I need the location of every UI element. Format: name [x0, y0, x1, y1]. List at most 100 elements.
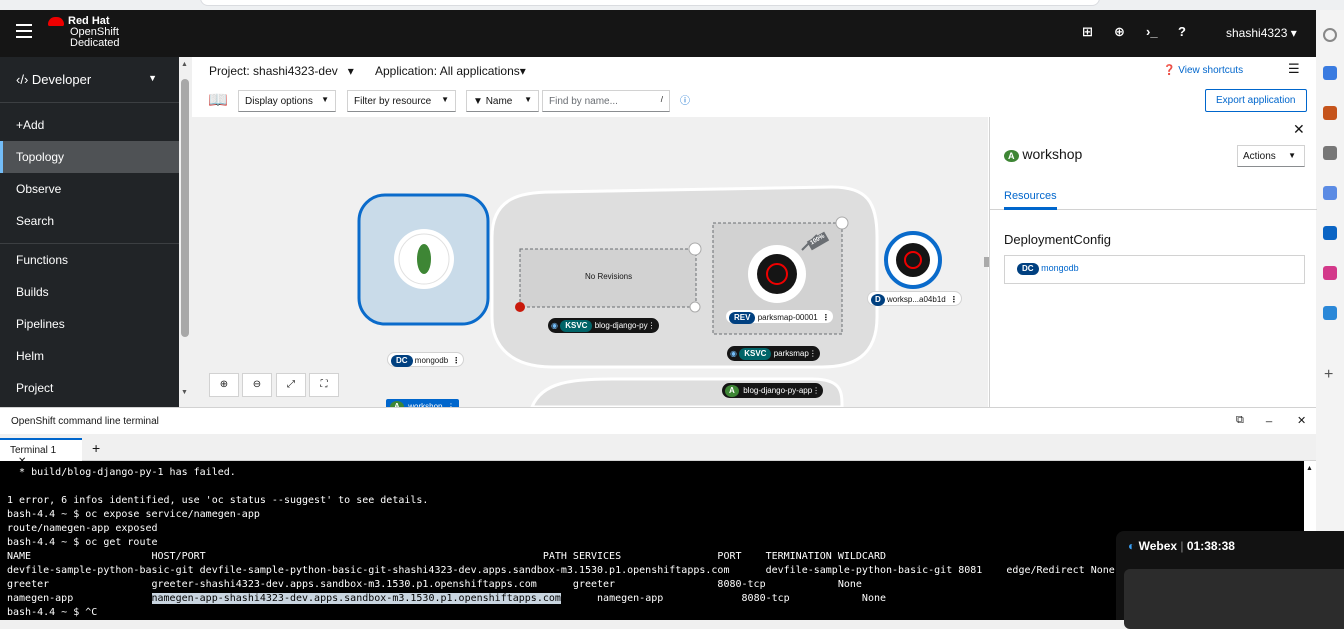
- actions-dropdown[interactable]: Actions ▼: [1237, 145, 1305, 167]
- parksmap-rev-name: parksmap-00001: [757, 313, 818, 322]
- close-icon[interactable]: ✕: [1293, 121, 1305, 138]
- sidebar-item-search[interactable]: Search: [0, 205, 179, 237]
- briefcase-icon[interactable]: [1323, 106, 1337, 120]
- mongodb-name: mongodb: [414, 356, 449, 365]
- sidebar-item-observe[interactable]: Observe: [0, 173, 179, 205]
- view-shortcuts-link[interactable]: ❓ View shortcuts: [1163, 65, 1243, 76]
- sidebar-item-builds[interactable]: Builds: [0, 276, 179, 308]
- book-icon[interactable]: 📖: [208, 90, 228, 110]
- open-url-icon[interactable]: [688, 242, 702, 256]
- dc-badge: DC: [391, 355, 413, 367]
- terminal-output[interactable]: * build/blog-django-py-1 has failed. 1 e…: [0, 461, 1304, 620]
- webex-video: [1124, 569, 1344, 629]
- add-terminal-icon[interactable]: +: [92, 440, 100, 456]
- sidebar-item-pipelines[interactable]: Pipelines: [0, 308, 179, 340]
- hamburger-menu-icon[interactable]: [16, 24, 32, 38]
- display-options-dropdown[interactable]: Display options ▼: [238, 90, 336, 112]
- info-icon[interactable]: ⓘ: [680, 92, 690, 107]
- application-selector[interactable]: Application: All applications▾: [375, 64, 526, 78]
- kebab-icon[interactable]: ⋮: [809, 349, 817, 358]
- tab-terminal-1[interactable]: Terminal 1 ✕: [0, 438, 82, 467]
- sidebar-scrollbar[interactable]: ▲ ▼: [179, 57, 192, 407]
- terminal-icon[interactable]: ›_: [1146, 24, 1158, 39]
- address-bar[interactable]: [200, 0, 1100, 6]
- sidebar-item-add[interactable]: +Add: [0, 109, 179, 141]
- user-menu[interactable]: shashi4323 ▾: [1226, 26, 1297, 40]
- zoom-in-icon[interactable]: ⊕: [209, 373, 239, 397]
- scrollbar-thumb[interactable]: [181, 79, 189, 337]
- app-launcher-icon[interactable]: ⊞: [1082, 24, 1093, 40]
- brand-logo[interactable]: Red Hat OpenShift Dedicated: [48, 16, 120, 49]
- caret-down-icon: ▼: [441, 95, 449, 104]
- copilot-icon[interactable]: [1323, 186, 1337, 200]
- caret-down-icon: ▼: [321, 95, 329, 104]
- sidebar-item-project[interactable]: Project: [0, 372, 179, 404]
- webex-label: Webex: [1138, 539, 1178, 553]
- open-new-window-icon[interactable]: ⧉: [1236, 414, 1244, 427]
- caret-down-icon: ▼: [148, 73, 157, 83]
- webex-logo-icon: ◐: [1128, 539, 1136, 553]
- git-icon[interactable]: [689, 301, 701, 313]
- webex-overlay[interactable]: ◐ Webex | 01:38:38: [1116, 531, 1344, 629]
- quick-create-icon[interactable]: ⊕: [1114, 24, 1125, 40]
- kebab-icon[interactable]: ⋮: [812, 386, 820, 395]
- kebab-icon[interactable]: ⋮: [822, 313, 830, 322]
- kebab-icon[interactable]: ⋮: [950, 295, 958, 304]
- scroll-up-icon[interactable]: ▲: [181, 61, 188, 68]
- send-icon[interactable]: [1323, 306, 1337, 320]
- minimize-icon[interactable]: _: [1266, 411, 1272, 423]
- parksmap-ksvc-label[interactable]: ◉ KSVC parksmap⋮: [727, 346, 820, 361]
- caret-down-icon: ▼: [1288, 151, 1296, 160]
- open-url-icon[interactable]: [835, 216, 849, 230]
- tab-resources[interactable]: Resources: [1004, 186, 1057, 210]
- zoom-out-icon[interactable]: ⊖: [242, 373, 272, 397]
- outlook-icon[interactable]: [1323, 226, 1337, 240]
- application-label: Application: All applications: [375, 64, 520, 78]
- scroll-down-icon[interactable]: ▼: [181, 389, 188, 396]
- terminal-header: OpenShift command line terminal ⧉ _ ✕: [0, 407, 1316, 434]
- kebab-icon[interactable]: ⋮: [648, 321, 656, 330]
- kebab-icon[interactable]: ⋮: [452, 356, 460, 365]
- filter-type-dropdown[interactable]: ▼ Name ▼: [466, 90, 539, 112]
- blog-app-label[interactable]: A blog-django-py-app⋮: [722, 383, 824, 398]
- sidebar-item-topology[interactable]: Topology: [0, 141, 179, 173]
- topology-canvas[interactable]: No Revisions 100% DC mongodb ⋮ A workshop…: [192, 117, 988, 407]
- export-application-button[interactable]: Export application: [1205, 89, 1307, 112]
- fit-to-screen-icon[interactable]: ⤢: [276, 373, 306, 397]
- office-icon[interactable]: [1323, 266, 1337, 280]
- workshop-group-label[interactable]: A workshop ⋮: [386, 399, 459, 407]
- blog-ksvc-label[interactable]: ◉ KSVC blog-django-py⋮: [548, 318, 659, 333]
- mongodb-label[interactable]: DC mongodb ⋮: [387, 352, 465, 367]
- scroll-up-icon[interactable]: ▲: [1306, 465, 1313, 472]
- filter-type-label: Name: [485, 96, 513, 107]
- terminal-line: bash-4.4 ~ $ oc get route: [7, 537, 158, 548]
- sidebar-item-helm[interactable]: Helm: [0, 340, 179, 372]
- close-icon[interactable]: ✕: [1297, 414, 1306, 427]
- help-icon[interactable]: ?: [1178, 24, 1186, 39]
- redhat-logo-icon: [48, 16, 64, 26]
- project-selector[interactable]: Project: shashi4323-dev ▾: [209, 64, 354, 78]
- sidebar-item-functions[interactable]: Functions: [0, 244, 179, 276]
- topology-graph: [357, 185, 942, 407]
- error-status-icon[interactable]: [515, 302, 525, 312]
- knative-icon: ◉: [730, 349, 737, 358]
- filter-resource-dropdown[interactable]: Filter by resource ▼: [347, 90, 456, 112]
- perspective-switcher[interactable]: ‹/› Developer ▼: [0, 57, 179, 103]
- resource-link[interactable]: mongodb: [1041, 263, 1079, 273]
- browser-side-strip: +: [1316, 10, 1344, 620]
- workshop-deployment-label[interactable]: D worksp...a04b1d ⋮: [867, 291, 962, 306]
- selected-text: namegen-app-shashi4323-dev.apps.sandbox-…: [151, 593, 561, 604]
- no-revisions-label: No Revisions: [585, 272, 633, 281]
- mongodb-leaf-icon: [417, 244, 431, 274]
- reset-view-icon[interactable]: ⛶: [309, 373, 339, 397]
- search-icon[interactable]: [1323, 28, 1337, 42]
- people-icon[interactable]: [1323, 146, 1337, 160]
- find-by-name-input[interactable]: Find by name... /: [542, 90, 670, 112]
- extension-icon[interactable]: [1323, 66, 1337, 80]
- parksmap-rev-label[interactable]: REV parksmap-00001 ⋮: [725, 309, 834, 324]
- panel-tabs: Resources: [990, 186, 1317, 210]
- add-icon[interactable]: +: [1324, 366, 1333, 384]
- list-view-icon[interactable]: ☰: [1288, 61, 1300, 77]
- terminal-line: bash-4.4 ~ $ ^C: [7, 607, 98, 618]
